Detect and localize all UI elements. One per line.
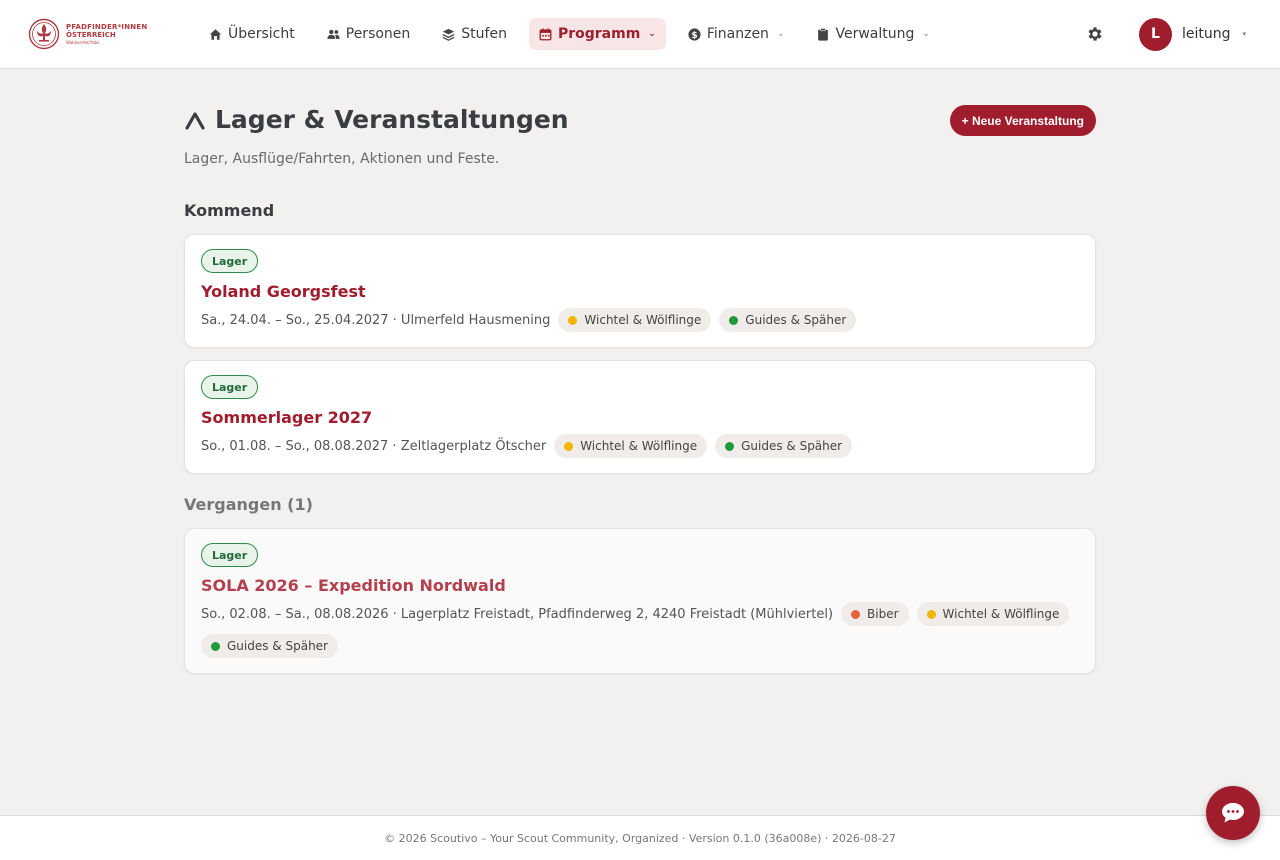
event-card[interactable]: Lager Yoland Georgsfest Sa., 24.04. – So…	[184, 234, 1096, 348]
event-title[interactable]: Yoland Georgsfest	[201, 282, 1079, 301]
gear-icon[interactable]	[1086, 25, 1104, 43]
page-header: Lager & Veranstaltungen Lager, Ausflüge/…	[184, 69, 1096, 190]
past-list: Lager SOLA 2026 – Expedition Nordwald So…	[184, 528, 1096, 674]
clipboard-icon	[816, 27, 829, 41]
group-color-dot	[926, 609, 936, 619]
chat-bubble-icon	[1222, 803, 1244, 823]
event-type-badge: Lager	[201, 249, 259, 273]
nav-label: Programm	[557, 26, 641, 42]
group-pill: Wichtel & Wölflinge	[558, 308, 712, 332]
event-card[interactable]: Lager Sommerlager 2027 So., 01.08. – So.…	[184, 360, 1096, 474]
chevron-down-icon: ⌄	[922, 29, 930, 39]
chevron-down-icon: ⌄	[648, 29, 656, 39]
nav-item-programm[interactable]: Programm ⌄	[528, 18, 666, 50]
event-meta: Sa., 24.04. – So., 25.04.2027 · Ulmerfel…	[201, 308, 1079, 332]
new-event-button[interactable]: + Neue Veranstaltung	[949, 105, 1096, 136]
event-meta: So., 01.08. – So., 08.08.2027 · Zeltlage…	[201, 434, 1079, 458]
event-date-location: So., 01.08. – So., 08.08.2027 · Zeltlage…	[201, 438, 547, 454]
footer-text: © 2026 Scoutivo – Your Scout Community, …	[384, 831, 896, 845]
nav-item-uebersicht[interactable]: Übersicht	[199, 18, 305, 50]
nav-label: Personen	[345, 26, 411, 42]
event-type-badge: Lager	[201, 543, 259, 567]
event-title[interactable]: Sommerlager 2027	[201, 408, 1079, 427]
people-icon	[327, 28, 340, 41]
nav-label: Stufen	[461, 26, 507, 42]
section-title-past[interactable]: Vergangen (1)	[184, 495, 1096, 514]
event-date-location: So., 02.08. – Sa., 08.08.2026 · Lagerpla…	[201, 606, 834, 622]
group-color-dot	[729, 315, 739, 325]
group-name: Wichtel & Wölflinge	[942, 607, 1060, 621]
group-pill: Wichtel & Wölflinge	[916, 602, 1070, 626]
chevron-down-icon: ⌄	[776, 29, 785, 39]
event-date-location: Sa., 24.04. – So., 25.04.2027 · Ulmerfel…	[201, 312, 551, 328]
event-title[interactable]: SOLA 2026 – Expedition Nordwald	[201, 576, 1079, 595]
chat-button[interactable]	[1206, 786, 1260, 840]
group-color-dot	[564, 441, 574, 451]
nav-item-stufen[interactable]: Stufen	[432, 18, 517, 50]
nav-item-verwaltung[interactable]: Verwaltung ⌄	[806, 18, 939, 50]
page-title-text: Lager & Veranstaltungen	[215, 105, 569, 134]
group-pill: Guides & Späher	[719, 308, 857, 332]
brand-line-2: ÖSTERREICH	[66, 30, 116, 39]
avatar: L	[1139, 17, 1172, 51]
nav-label: Verwaltung	[835, 26, 915, 42]
group-pill: Guides & Späher	[715, 434, 853, 458]
main-content: Lager & Veranstaltungen Lager, Ausflüge/…	[184, 69, 1096, 686]
brand-line-1: PFADFINDER*INNEN	[66, 22, 148, 31]
group-name: Guides & Späher	[741, 439, 843, 453]
group-pill: Wichtel & Wölflinge	[554, 434, 708, 458]
brand-line-3: Waldviertel/Ybbs	[66, 39, 100, 45]
user-menu[interactable]: L leitung ▾	[1139, 17, 1247, 51]
scout-lily-icon	[28, 18, 60, 50]
event-card[interactable]: Lager SOLA 2026 – Expedition Nordwald So…	[184, 528, 1096, 674]
page-footer: © 2026 Scoutivo – Your Scout Community, …	[0, 815, 1280, 860]
upcoming-list: Lager Yoland Georgsfest Sa., 24.04. – So…	[184, 234, 1096, 474]
group-color-dot	[568, 315, 578, 325]
group-pill: Biber	[841, 602, 909, 626]
layers-icon	[442, 28, 455, 41]
event-type-badge: Lager	[201, 375, 259, 399]
group-name: Wichtel & Wölflinge	[584, 313, 702, 327]
dollar-icon: $	[688, 27, 701, 41]
home-icon	[209, 28, 222, 41]
page-title: Lager & Veranstaltungen	[184, 105, 569, 134]
group-color-dot	[851, 609, 861, 619]
nav-label: Finanzen	[706, 26, 769, 42]
group-name: Biber	[867, 607, 899, 621]
main-nav: Übersicht Personen Stufen Programm ⌄ $ F…	[199, 18, 952, 50]
brand-logo[interactable]: PFADFINDER*INNEN ÖSTERREICH Waldviertel/…	[28, 17, 147, 51]
nav-item-finanzen[interactable]: $ Finanzen ⌄	[678, 18, 795, 50]
brand-text: PFADFINDER*INNEN ÖSTERREICH Waldviertel/…	[66, 22, 148, 45]
group-name: Guides & Späher	[227, 639, 328, 653]
group-color-dot	[211, 641, 220, 651]
svg-text:$: $	[691, 30, 697, 40]
top-navbar: PFADFINDER*INNEN ÖSTERREICH Waldviertel/…	[0, 0, 1280, 69]
user-name: leitung	[1182, 26, 1231, 42]
nav-label: Übersicht	[228, 26, 295, 42]
event-meta: So., 02.08. – Sa., 08.08.2026 · Lagerpla…	[201, 602, 1079, 658]
group-name: Wichtel & Wölflinge	[580, 439, 698, 453]
tent-icon	[184, 109, 206, 131]
page-subtitle: Lager, Ausflüge/Fahrten, Aktionen und Fe…	[184, 151, 500, 167]
group-name: Guides & Späher	[745, 313, 847, 327]
group-color-dot	[725, 441, 735, 451]
calendar-icon	[539, 27, 552, 41]
caret-down-icon: ▾	[1242, 30, 1247, 38]
nav-item-personen[interactable]: Personen	[317, 18, 421, 50]
group-pill: Guides & Späher	[201, 634, 338, 658]
section-title-upcoming: Kommend	[184, 201, 275, 220]
